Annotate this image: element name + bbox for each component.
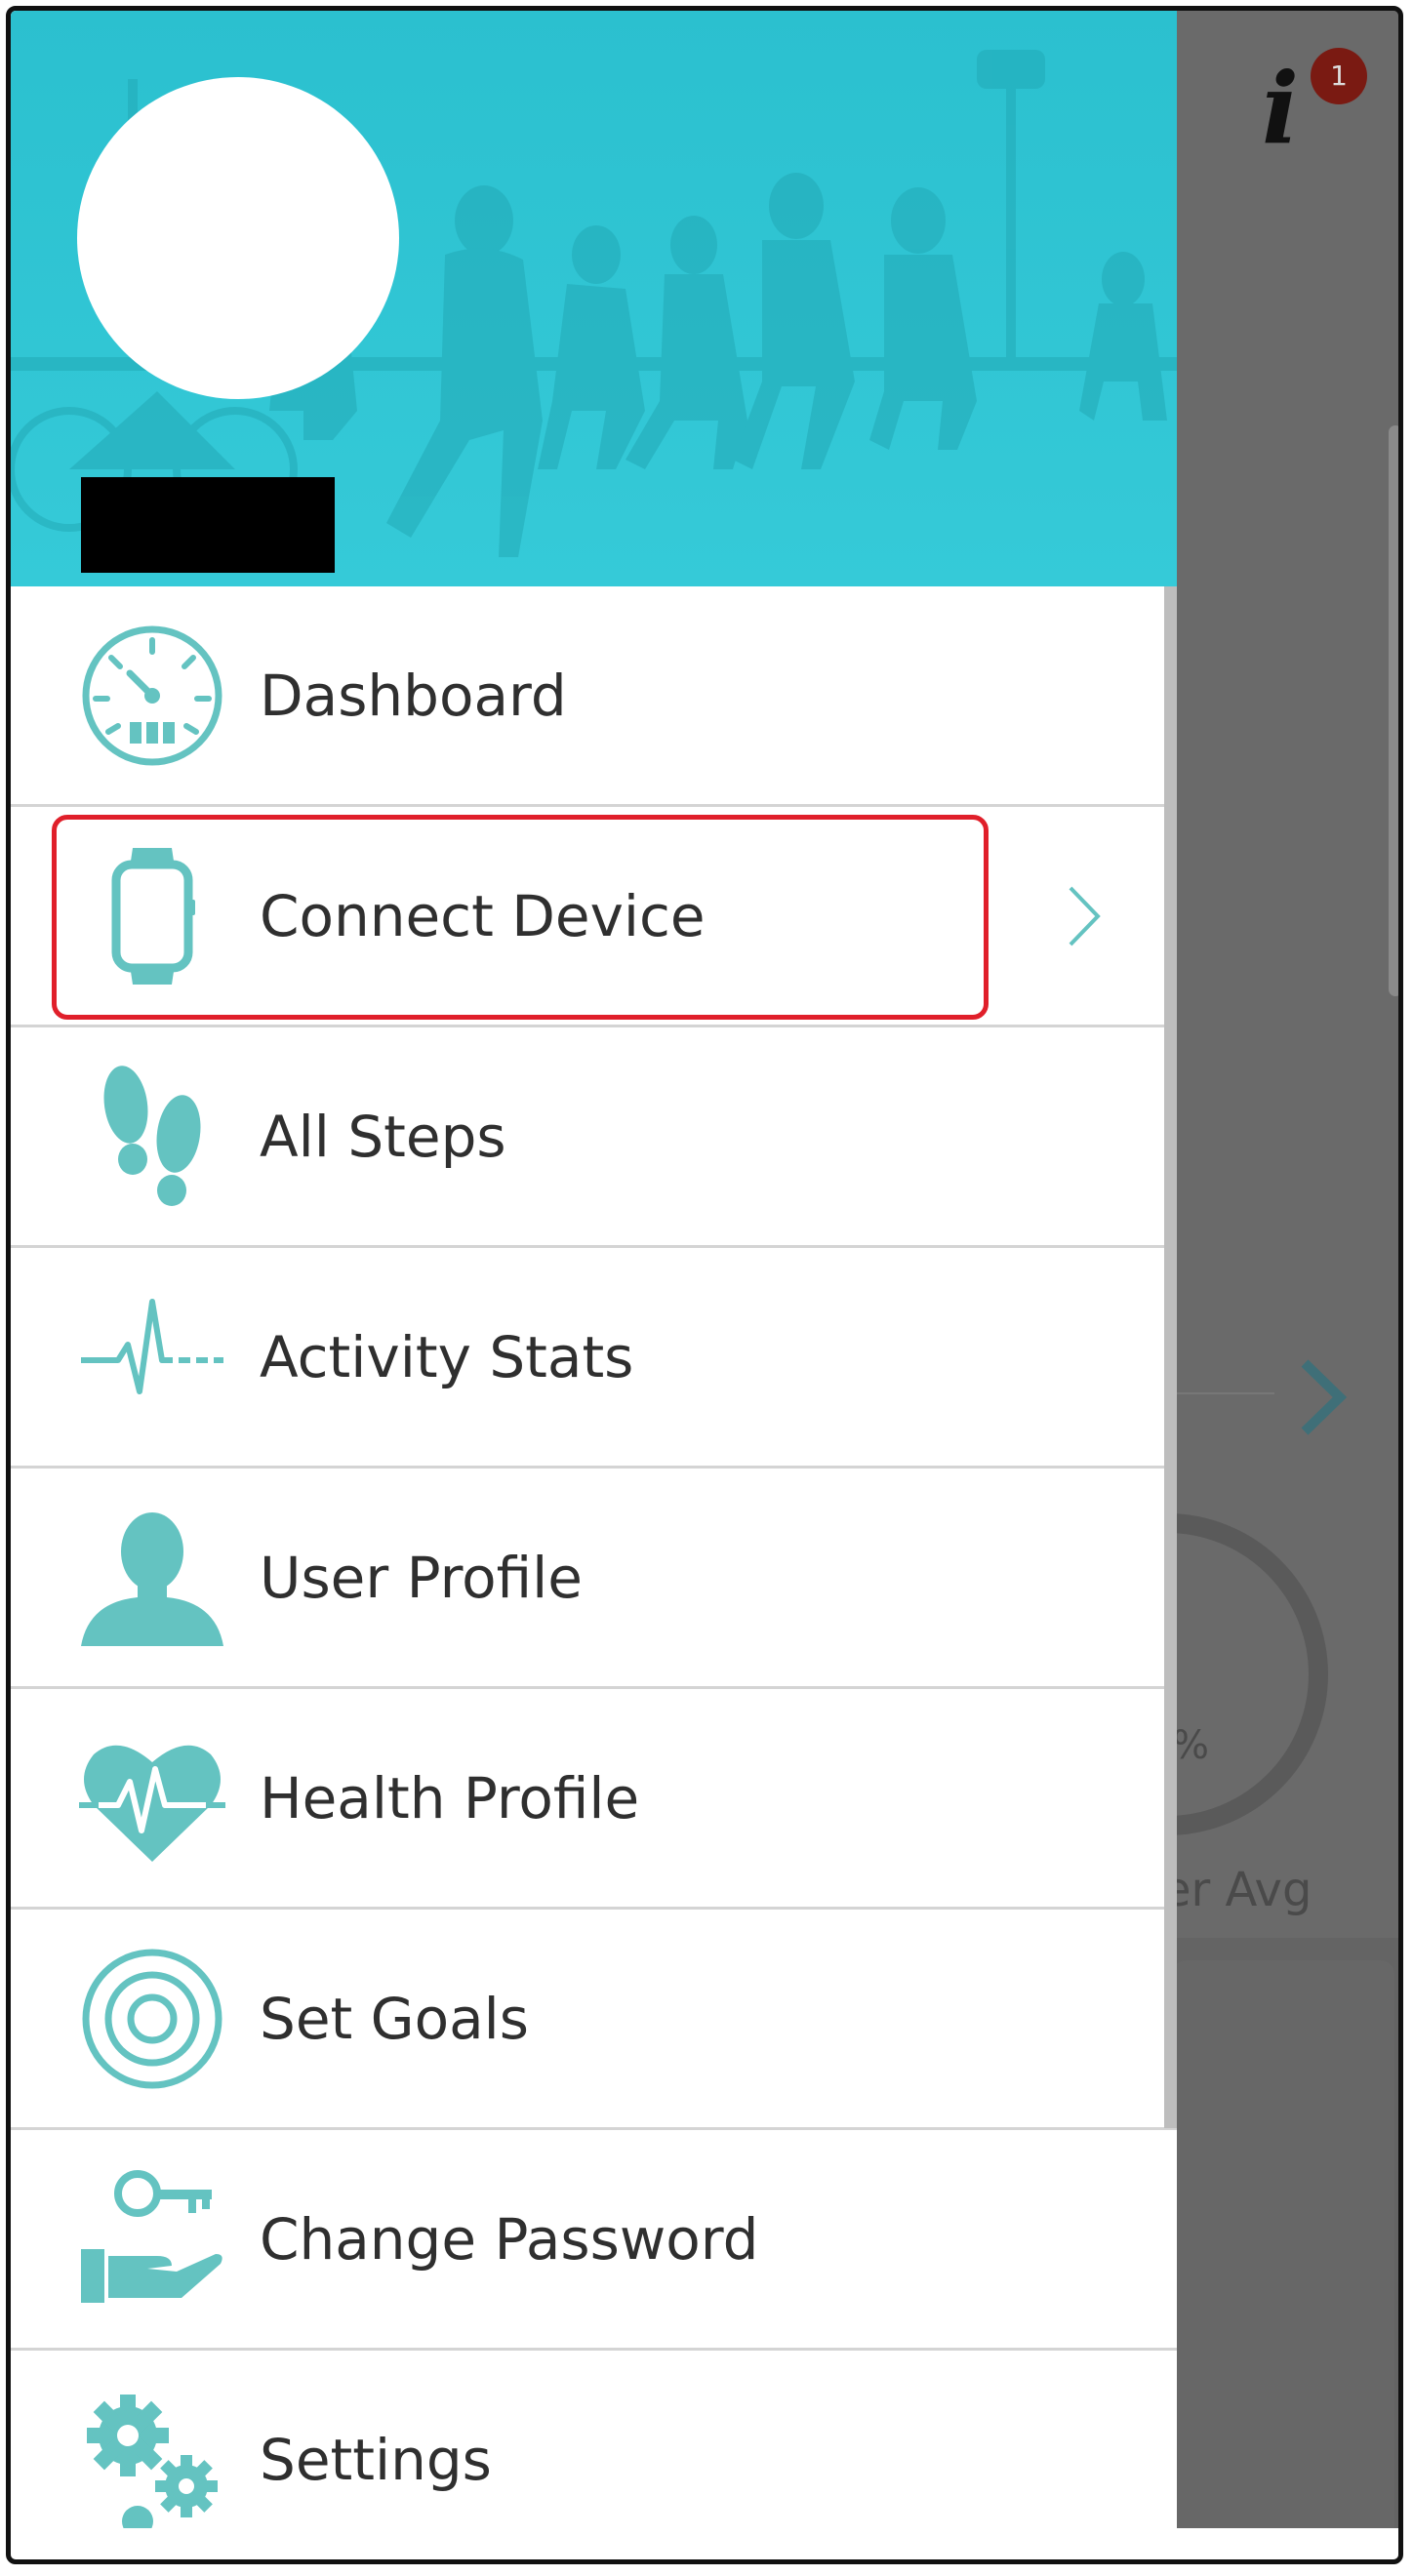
notification-badge: 1: [1311, 48, 1367, 104]
background-card: [1172, 1960, 1394, 2556]
drawer-scrollbar[interactable]: [1164, 586, 1177, 2128]
menu-item-label: Connect Device: [260, 882, 706, 949]
menu-item-label: Dashboard: [260, 662, 567, 729]
pulse-icon: [79, 1284, 225, 1430]
key-hand-icon: [79, 2166, 225, 2313]
drawer-menu: Dashboard Connect Device All Steps Activ…: [11, 586, 1177, 2528]
menu-item-label: Set Goals: [260, 1985, 529, 2052]
menu-item-label: Settings: [260, 2426, 492, 2493]
menu-item-label: Change Password: [260, 2205, 759, 2273]
heart-pulse-icon: [79, 1725, 225, 1872]
menu-item-activity-stats[interactable]: Activity Stats: [11, 1248, 1177, 1469]
background-avg-text: er Avg: [1162, 1863, 1312, 1917]
device-frame: i 1 % er Avg Dashboard Connect Device Al…: [6, 6, 1403, 2564]
menu-item-all-steps[interactable]: All Steps: [11, 1027, 1177, 1248]
profile-avatar[interactable]: [77, 77, 399, 399]
background-bottom-strip: [11, 2528, 1398, 2559]
speedometer-icon: [79, 623, 225, 769]
background-scrollbar: [1389, 425, 1398, 996]
drawer-header: [11, 11, 1177, 586]
menu-item-health-profile[interactable]: Health Profile: [11, 1689, 1177, 1910]
target-icon: [79, 1946, 225, 2092]
navigation-drawer[interactable]: Dashboard Connect Device All Steps Activ…: [11, 11, 1177, 2528]
footprints-icon: [79, 1064, 225, 1210]
background-divider: [1177, 1392, 1274, 1394]
menu-item-connect-device[interactable]: Connect Device: [11, 807, 1177, 1027]
menu-item-dashboard[interactable]: Dashboard: [11, 586, 1177, 807]
menu-item-label: All Steps: [260, 1103, 506, 1170]
menu-item-set-goals[interactable]: Set Goals: [11, 1910, 1177, 2130]
menu-item-settings[interactable]: Settings: [11, 2351, 1177, 2528]
menu-item-user-profile[interactable]: User Profile: [11, 1469, 1177, 1689]
gears-icon: [79, 2387, 225, 2528]
menu-item-label: Health Profile: [260, 1764, 640, 1831]
smartwatch-icon: [79, 843, 225, 989]
user-icon: [79, 1505, 225, 1651]
chevron-right-icon[interactable]: [1293, 1353, 1352, 1441]
menu-item-label: User Profile: [260, 1544, 583, 1611]
menu-item-label: Activity Stats: [260, 1323, 634, 1390]
menu-item-change-password[interactable]: Change Password: [11, 2130, 1177, 2351]
background-percent-text: %: [1172, 1723, 1210, 1768]
user-name-redacted: [81, 477, 335, 573]
chevron-right-icon: [1069, 886, 1101, 946]
